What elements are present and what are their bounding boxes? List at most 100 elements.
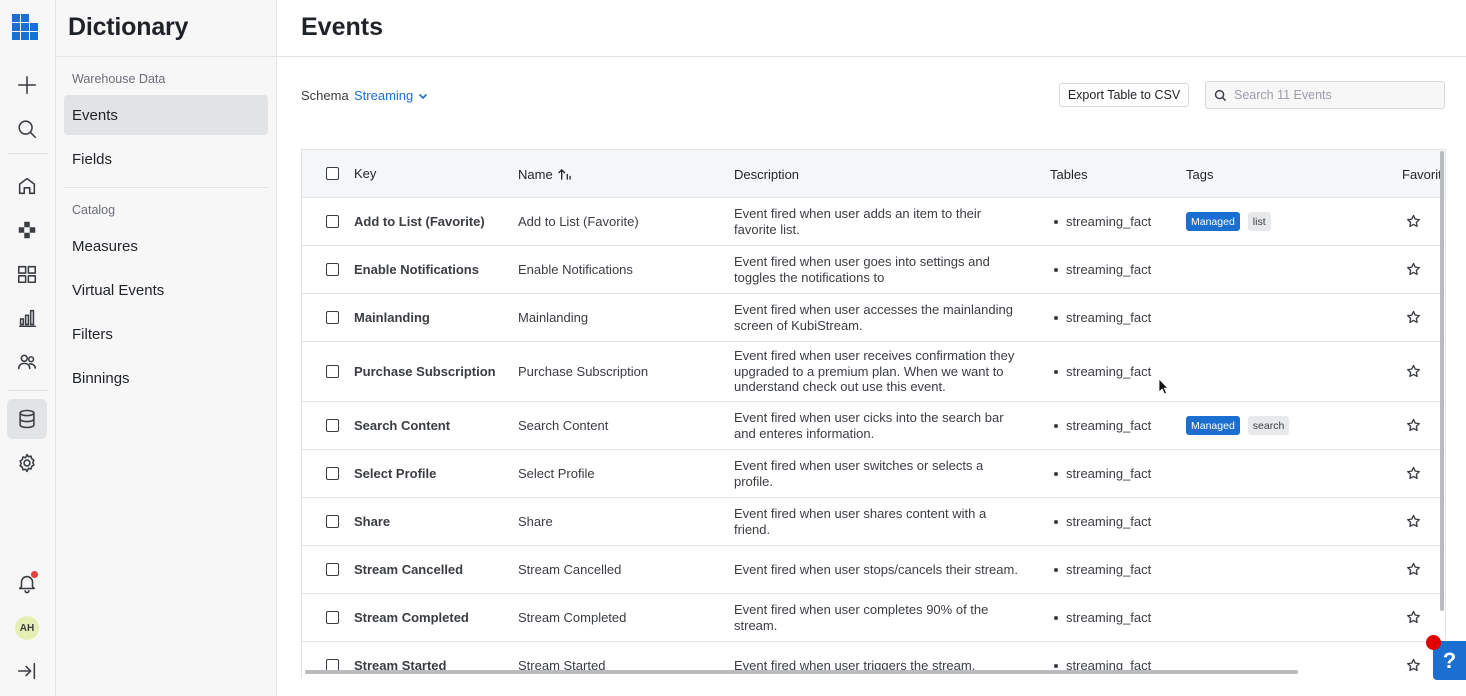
favorite-toggle[interactable] xyxy=(1406,294,1421,341)
column-header-favorite[interactable]: Favorit xyxy=(1402,150,1442,198)
favorite-toggle[interactable] xyxy=(1406,594,1421,641)
row-table: streaming_fact xyxy=(1054,450,1151,497)
favorite-toggle[interactable] xyxy=(1406,498,1421,545)
users-nav-button[interactable] xyxy=(7,342,47,382)
select-all-checkbox[interactable] xyxy=(326,167,339,180)
row-table: streaming_fact xyxy=(1054,342,1151,401)
search-events[interactable] xyxy=(1205,81,1445,109)
star-icon xyxy=(1407,514,1420,528)
column-header-name[interactable]: Name xyxy=(518,150,572,198)
table-row[interactable]: Enable Notifications Enable Notifications… xyxy=(302,246,1445,294)
table-header: Key Name Description Tables Tags Favorit xyxy=(302,150,1445,198)
row-name: Search Content xyxy=(518,418,609,433)
mouse-cursor xyxy=(1158,378,1169,395)
table-row[interactable]: Add to List (Favorite) Add to List (Favor… xyxy=(302,198,1445,246)
column-header-description[interactable]: Description xyxy=(734,150,799,198)
row-key[interactable]: Stream Cancelled xyxy=(354,546,463,593)
table-row[interactable]: Mainlanding Mainlanding Event fired when u… xyxy=(302,294,1445,342)
collapse-sidebar-button[interactable] xyxy=(7,651,47,691)
settings-nav-button[interactable] xyxy=(7,443,47,483)
table-row[interactable]: Share Share Event fired when user shares c… xyxy=(302,498,1445,546)
managed-tag[interactable]: Managed xyxy=(1186,212,1240,231)
search-icon xyxy=(1214,89,1227,101)
help-notification-dot xyxy=(1426,635,1441,650)
sidebar-item-fields[interactable]: Fields xyxy=(64,139,268,179)
table-row[interactable]: Stream Completed Stream Completed Event fi… xyxy=(302,594,1445,642)
row-checkbox[interactable] xyxy=(326,419,339,432)
favorite-toggle[interactable] xyxy=(1406,546,1421,593)
favorite-toggle[interactable] xyxy=(1406,450,1421,497)
row-key[interactable]: Search Content xyxy=(354,402,450,449)
sidebar-item-virtual-events[interactable]: Virtual Events xyxy=(64,270,268,310)
bullet-icon xyxy=(1054,369,1058,374)
dictionary-nav-button[interactable] xyxy=(7,399,47,439)
row-table: streaming_fact xyxy=(1054,594,1151,641)
tag-badge[interactable]: search xyxy=(1247,416,1290,435)
row-key[interactable]: Add to List (Favorite) xyxy=(354,198,485,245)
bullet-icon xyxy=(1054,219,1058,224)
sidebar-item-events[interactable]: Events xyxy=(64,95,268,135)
row-description: Event fired when user stops/cancels thei… xyxy=(734,561,1018,577)
app-grid-logo[interactable] xyxy=(12,13,42,43)
star-icon xyxy=(1407,364,1420,378)
chart-icon xyxy=(18,309,37,328)
row-checkbox[interactable] xyxy=(326,263,339,276)
table-row[interactable]: Search Content Search Content Event fired … xyxy=(302,402,1445,450)
row-name: Share xyxy=(518,514,553,529)
bullet-icon xyxy=(1054,663,1058,668)
row-name: Stream Cancelled xyxy=(518,562,622,577)
managed-tag[interactable]: Managed xyxy=(1186,416,1240,435)
row-description: Event fired when user adds an item to th… xyxy=(734,206,982,237)
main-content: Events Schema Streaming Export Table to … xyxy=(277,0,1466,696)
vertical-scrollbar[interactable] xyxy=(1440,151,1444,611)
row-checkbox[interactable] xyxy=(326,365,339,378)
star-icon xyxy=(1407,310,1420,324)
favorite-toggle[interactable] xyxy=(1406,246,1421,293)
row-checkbox[interactable] xyxy=(326,215,339,228)
table-row[interactable]: Select Profile Select Profile Event fired … xyxy=(302,450,1445,498)
search-nav-button[interactable] xyxy=(7,109,47,149)
row-key[interactable]: Mainlanding xyxy=(354,294,430,341)
row-description: Event fired when user cicks into the sea… xyxy=(734,410,1004,441)
reports-nav-button[interactable] xyxy=(7,298,47,338)
dashboards-nav-button[interactable] xyxy=(7,254,47,294)
row-key[interactable]: Enable Notifications xyxy=(354,246,479,293)
table-row[interactable]: Stream Cancelled Stream Cancelled Event fi… xyxy=(302,546,1445,594)
tag-badge[interactable]: list xyxy=(1247,212,1271,231)
table-row[interactable]: Purchase Subscription Purchase Subscripti… xyxy=(302,342,1445,402)
favorite-toggle[interactable] xyxy=(1406,402,1421,449)
sidebar-item-measures[interactable]: Measures xyxy=(64,226,268,266)
row-checkbox[interactable] xyxy=(326,467,339,480)
avatar[interactable]: AH xyxy=(15,616,39,640)
sidebar-item-binnings[interactable]: Binnings xyxy=(64,358,268,398)
row-checkbox[interactable] xyxy=(326,311,339,324)
home-nav-button[interactable] xyxy=(7,166,47,206)
icon-rail: AH xyxy=(0,0,56,696)
row-key[interactable]: Stream Completed xyxy=(354,594,469,641)
notifications-button[interactable] xyxy=(7,563,47,603)
column-header-key[interactable]: Key xyxy=(354,150,376,196)
dashboard-icon xyxy=(17,265,37,284)
row-checkbox[interactable] xyxy=(326,611,339,624)
row-checkbox[interactable] xyxy=(326,515,339,528)
row-key[interactable]: Share xyxy=(354,498,390,545)
row-key[interactable]: Select Profile xyxy=(354,450,436,497)
favorite-toggle[interactable] xyxy=(1406,342,1421,401)
create-button[interactable] xyxy=(7,65,47,105)
search-input[interactable] xyxy=(1234,88,1434,102)
column-header-tags[interactable]: Tags xyxy=(1186,150,1213,198)
horizontal-scrollbar[interactable] xyxy=(305,670,1298,674)
sort-ascending-icon[interactable] xyxy=(557,168,572,181)
search-icon xyxy=(18,120,37,139)
schema-select[interactable]: Streaming xyxy=(354,88,428,103)
notification-badge xyxy=(31,571,38,578)
row-checkbox[interactable] xyxy=(326,563,339,576)
column-header-tables[interactable]: Tables xyxy=(1050,150,1088,198)
integrations-nav-button[interactable] xyxy=(7,210,47,250)
row-key[interactable]: Purchase Subscription xyxy=(354,342,496,401)
export-csv-button[interactable]: Export Table to CSV xyxy=(1059,83,1189,107)
favorite-toggle[interactable] xyxy=(1406,642,1421,678)
star-icon xyxy=(1407,610,1420,624)
sidebar-item-filters[interactable]: Filters xyxy=(64,314,268,354)
favorite-toggle[interactable] xyxy=(1406,198,1421,245)
